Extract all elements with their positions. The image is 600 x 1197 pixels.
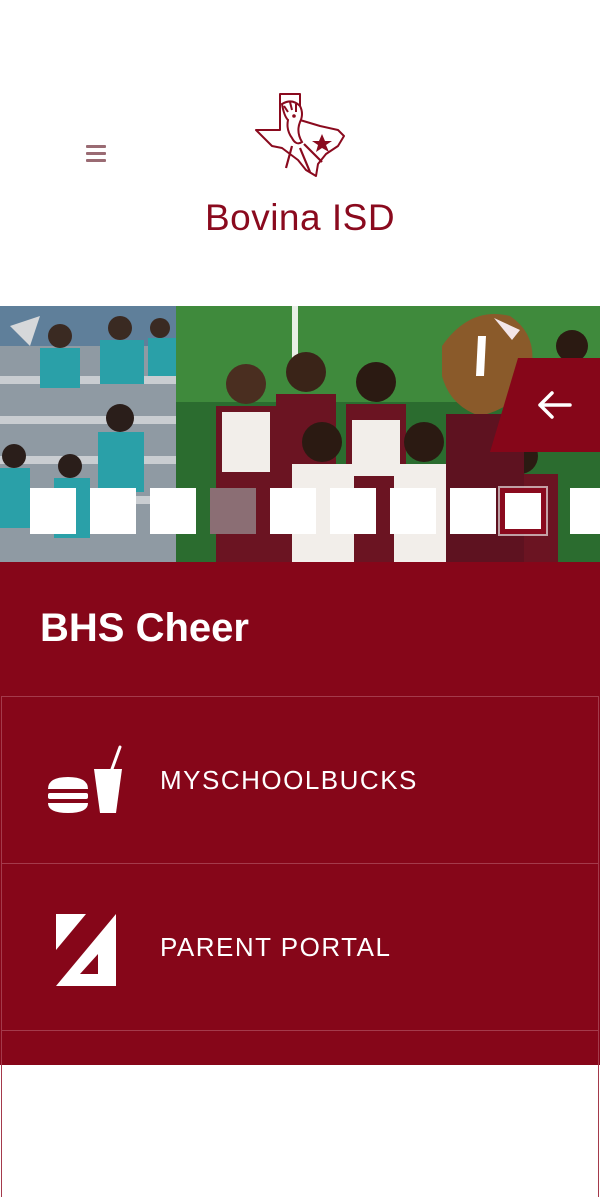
- quick-link-parent-portal[interactable]: PARENT PORTAL: [1, 863, 599, 1030]
- slideshow-pager: [30, 486, 600, 536]
- slide-dot[interactable]: [570, 488, 600, 534]
- site-header: Bovina ISD: [0, 0, 600, 306]
- quick-link-label: MYSCHOOLBUCKS: [160, 765, 418, 795]
- site-title[interactable]: Bovina ISD: [0, 197, 600, 239]
- previous-slide-button[interactable]: [490, 358, 600, 452]
- school-logo[interactable]: [252, 90, 348, 180]
- slide-dot[interactable]: [150, 488, 196, 534]
- slide-dot[interactable]: [270, 488, 316, 534]
- quick-links: MYSCHOOLBUCKS PARENT PORTAL: [0, 696, 600, 1197]
- quick-link-myschoolbucks[interactable]: MYSCHOOLBUCKS: [1, 696, 599, 863]
- slide-dot[interactable]: [90, 488, 136, 534]
- slide-dot[interactable]: [30, 488, 76, 534]
- food-drink-icon: [48, 745, 122, 813]
- quick-link-more[interactable]: [1, 1030, 599, 1197]
- slide-dot[interactable]: [330, 488, 376, 534]
- slide-caption: BHS Cheer: [40, 606, 249, 650]
- slide-dot[interactable]: [210, 488, 256, 534]
- slide-dot[interactable]: [390, 488, 436, 534]
- slide-dot[interactable]: [450, 488, 496, 534]
- parent-portal-icon: [56, 914, 116, 986]
- hamburger-menu-icon[interactable]: [84, 142, 108, 166]
- quick-link-label: PARENT PORTAL: [160, 932, 392, 962]
- slide-dot-active[interactable]: [498, 486, 548, 536]
